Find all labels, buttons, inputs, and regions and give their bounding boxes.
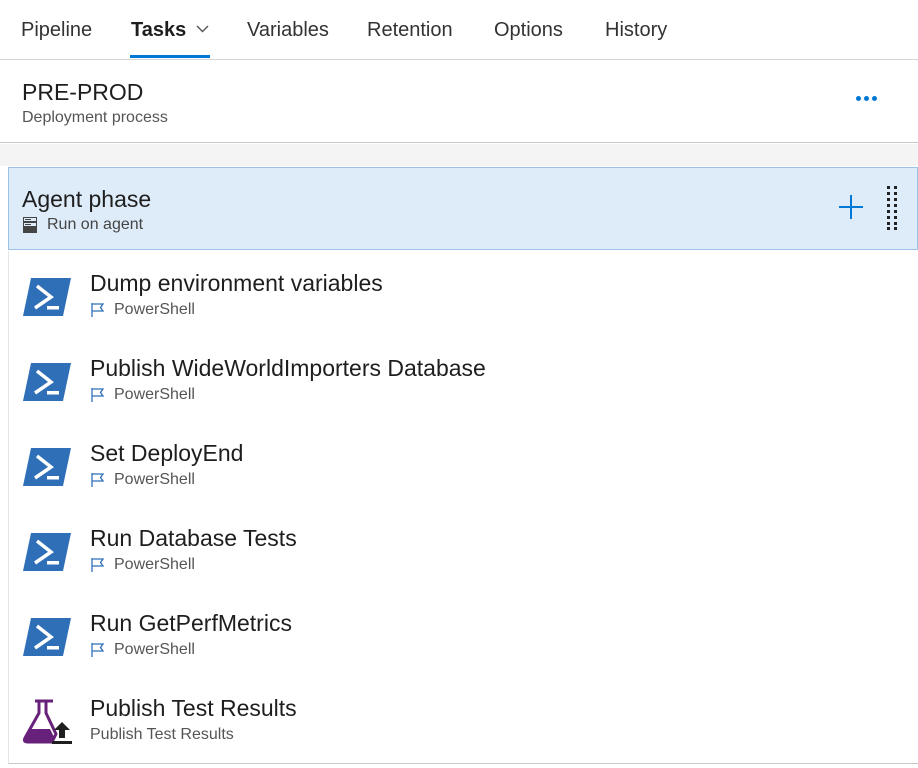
task-item[interactable]: Dump environment variables PowerShell	[9, 251, 918, 336]
task-name: Run Database Tests	[90, 525, 297, 551]
task-type: PowerShell	[114, 301, 195, 318]
task-type-row: PowerShell	[90, 641, 195, 659]
task-type: PowerShell	[114, 556, 195, 573]
tab-retention[interactable]: Retention	[367, 18, 453, 42]
chevron-down-icon	[196, 25, 209, 33]
stage-subtitle: Deployment process	[22, 109, 168, 126]
more-options-icon[interactable]	[852, 96, 882, 106]
task-item[interactable]: Publish WideWorldImporters Database Powe…	[9, 336, 918, 421]
powershell-icon	[23, 618, 71, 656]
task-type-row: PowerShell	[90, 471, 195, 489]
stage-header[interactable]: PRE-PROD Deployment process	[0, 60, 918, 143]
test-beaker-icon	[22, 699, 72, 744]
tab-tasks-label: Tasks	[131, 19, 187, 41]
drag-handle-icon[interactable]	[886, 186, 898, 230]
task-type: Publish Test Results	[90, 726, 234, 743]
tab-variables[interactable]: Variables	[247, 18, 329, 42]
add-task-icon[interactable]	[837, 193, 865, 221]
agent-phase[interactable]: Agent phase Run on agent	[8, 167, 918, 250]
task-type: PowerShell	[114, 386, 195, 403]
phase-subtitle-row: Run on agent	[23, 216, 143, 234]
task-name: Run GetPerfMetrics	[90, 610, 292, 636]
task-type-row: Publish Test Results	[90, 726, 234, 744]
section-gap	[0, 144, 918, 166]
task-item[interactable]: Set DeployEnd PowerShell	[9, 421, 918, 506]
powershell-icon	[23, 363, 71, 401]
tab-pipeline[interactable]: Pipeline	[21, 18, 92, 42]
task-type: PowerShell	[114, 641, 195, 658]
task-name: Publish WideWorldImporters Database	[90, 355, 486, 381]
server-icon	[23, 217, 37, 233]
phase-title: Agent phase	[22, 186, 152, 212]
top-nav: Pipeline Tasks Variables Retention Optio…	[0, 0, 918, 60]
task-name: Set DeployEnd	[90, 440, 244, 466]
tab-history[interactable]: History	[605, 18, 667, 42]
tab-options[interactable]: Options	[494, 18, 563, 42]
active-tab-indicator	[130, 55, 210, 58]
task-type: PowerShell	[114, 471, 195, 488]
powershell-icon	[23, 448, 71, 486]
stage-title: PRE-PROD	[22, 79, 144, 105]
task-list: Dump environment variables PowerShell Pu…	[8, 251, 918, 764]
flag-icon	[91, 643, 105, 657]
flag-icon	[91, 558, 105, 572]
phase-subtitle: Run on agent	[47, 216, 144, 233]
powershell-icon	[23, 533, 71, 571]
task-type-row: PowerShell	[90, 301, 195, 319]
task-type-row: PowerShell	[90, 386, 195, 404]
task-item[interactable]: Publish Test Results Publish Test Result…	[9, 676, 918, 761]
flag-icon	[91, 388, 105, 402]
tab-tasks[interactable]: Tasks	[131, 18, 209, 42]
flag-icon	[91, 473, 105, 487]
task-item[interactable]: Run GetPerfMetrics PowerShell	[9, 591, 918, 676]
task-name: Publish Test Results	[90, 695, 297, 721]
task-name: Dump environment variables	[90, 270, 383, 296]
task-type-row: PowerShell	[90, 556, 195, 574]
flag-icon	[91, 303, 105, 317]
task-item[interactable]: Run Database Tests PowerShell	[9, 506, 918, 591]
powershell-icon	[23, 278, 71, 316]
